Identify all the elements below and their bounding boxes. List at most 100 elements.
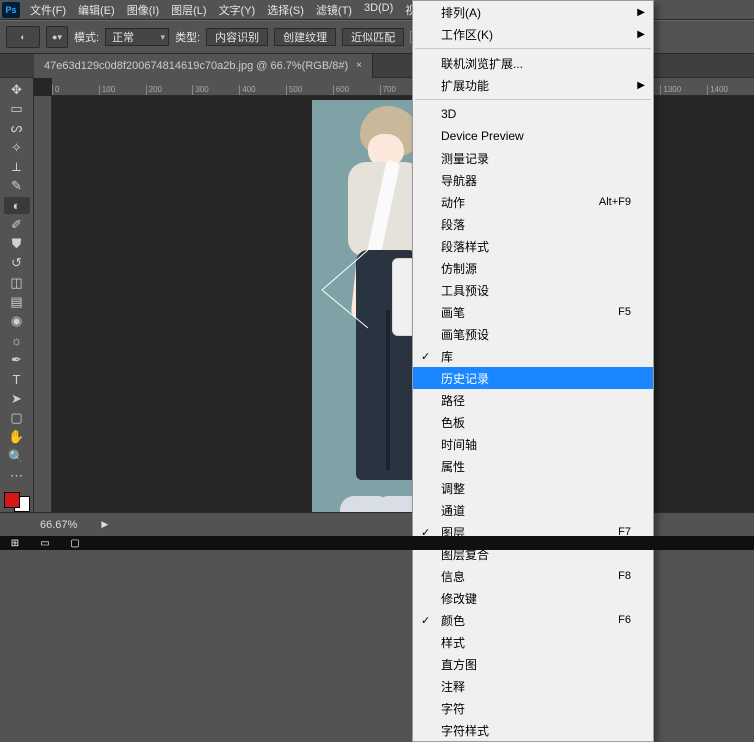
menu-item[interactable]: 编辑(E): [72, 0, 121, 20]
menu-entry[interactable]: 工作区(K)▶: [413, 23, 653, 45]
menu-entry[interactable]: 测量记录: [413, 147, 653, 169]
zoom-tool[interactable]: 🔍: [4, 448, 30, 465]
patch-tool-icon[interactable]: ◐: [6, 26, 40, 48]
menu-entry[interactable]: 排列(A)▶: [413, 1, 653, 23]
app-logo: Ps: [2, 2, 20, 18]
content-aware-button[interactable]: 内容识别: [206, 28, 268, 46]
explorer-icon[interactable]: ▢: [66, 538, 84, 548]
menu-entry[interactable]: 通道: [413, 499, 653, 521]
menu-entry-label: 扩展功能: [441, 77, 489, 94]
menu-entry[interactable]: 信息F8: [413, 565, 653, 587]
menu-entry[interactable]: 导航器: [413, 169, 653, 191]
dodge-tool[interactable]: ☼: [4, 332, 30, 349]
shortcut-label: F8: [618, 570, 631, 582]
menu-entry-label: 注释: [441, 678, 465, 695]
menu-entry[interactable]: 属性: [413, 455, 653, 477]
menu-entry[interactable]: 联机浏览扩展...: [413, 52, 653, 74]
menu-entry[interactable]: 修改键: [413, 587, 653, 609]
foreground-swatch[interactable]: [4, 492, 20, 508]
type-label: 类型:: [175, 29, 200, 45]
menu-entry-label: 测量记录: [441, 150, 489, 167]
menu-entry[interactable]: 调整: [413, 477, 653, 499]
move-tool[interactable]: ✥: [4, 81, 30, 98]
document-tab[interactable]: 47e63d129c0d8f200674814619c70a2b.jpg @ 6…: [34, 54, 373, 78]
menu-item[interactable]: 图层(L): [165, 0, 212, 20]
menu-item[interactable]: 文件(F): [24, 0, 72, 20]
gradient-tool[interactable]: ▤: [4, 293, 30, 310]
menu-entry[interactable]: 工具预设: [413, 279, 653, 301]
menu-entry-label: 库: [441, 348, 453, 365]
zoom-level[interactable]: 66.67%: [40, 519, 77, 531]
menu-entry[interactable]: 扩展功能▶: [413, 74, 653, 96]
menu-item[interactable]: 滤镜(T): [310, 0, 358, 20]
pen-tool[interactable]: ✒: [4, 351, 30, 368]
color-swatches[interactable]: [4, 492, 30, 512]
menu-entry-label: 动作: [441, 194, 465, 211]
menu-entry[interactable]: 动作Alt+F9: [413, 191, 653, 213]
rect-marquee-tool[interactable]: ▭: [4, 100, 30, 117]
menu-entry[interactable]: 3D: [413, 103, 653, 125]
path-select-tool[interactable]: ➤: [4, 390, 30, 407]
menu-entry-label: 画笔预设: [441, 326, 489, 343]
check-icon: ✓: [421, 350, 430, 363]
menu-item[interactable]: 图像(I): [121, 0, 165, 20]
menu-entry-label: 通道: [441, 502, 465, 519]
menu-entry-label: 修改键: [441, 590, 477, 607]
lasso-tool[interactable]: ᔕ: [4, 120, 30, 137]
menu-entry-label: 调整: [441, 480, 465, 497]
menu-entry[interactable]: 直方图: [413, 653, 653, 675]
check-icon: ✓: [421, 614, 430, 627]
brush-preset-picker[interactable]: ●▾: [46, 26, 68, 48]
menu-entry[interactable]: 路径: [413, 389, 653, 411]
menu-item[interactable]: 文字(Y): [213, 0, 262, 20]
edit-toolbar-tool[interactable]: ⋯: [4, 467, 30, 484]
menu-entry[interactable]: 段落样式: [413, 235, 653, 257]
crop-tool[interactable]: ⟂: [4, 158, 30, 175]
menu-entry[interactable]: 画笔 F5: [413, 301, 653, 323]
menu-entry-label: 导航器: [441, 172, 477, 189]
status-flyout-icon[interactable]: ▶: [101, 519, 108, 530]
blur-tool[interactable]: ◉: [4, 313, 30, 330]
clone-stamp-tool[interactable]: ⛊: [4, 236, 30, 253]
shortcut-label: F5: [618, 306, 631, 318]
brush-tool[interactable]: ✐: [4, 216, 30, 233]
toolbox: ✥ ▭ ᔕ ✧ ⟂ ✎ ◐ ✐ ⛊ ↺ ◫ ▤ ◉ ☼ ✒ T ➤ ▢ ✋ 🔍 ⋯: [0, 78, 34, 512]
mode-label: 模式:: [74, 29, 99, 45]
menu-entry[interactable]: 注释: [413, 675, 653, 697]
menu-entry-label: 直方图: [441, 656, 477, 673]
menu-entry[interactable]: ✓库: [413, 345, 653, 367]
text-tool[interactable]: T: [4, 371, 30, 388]
rectangle-tool[interactable]: ▢: [4, 409, 30, 426]
taskview-icon[interactable]: ▭: [36, 538, 54, 548]
menu-entry[interactable]: ✓颜色F6: [413, 609, 653, 631]
menu-entry-label: 历史记录: [441, 370, 489, 387]
window-menu-dropdown: 排列(A)▶工作区(K)▶ 联机浏览扩展...扩展功能▶ 3DDevice Prev…: [412, 0, 654, 742]
mode-select[interactable]: 正常: [105, 28, 169, 46]
menu-entry-label: 画笔: [441, 304, 465, 321]
spot-heal-tool[interactable]: ◐: [4, 197, 30, 214]
proximity-match-button[interactable]: 近似匹配: [342, 28, 404, 46]
menu-item[interactable]: 3D(D): [358, 0, 399, 20]
document-tab-title: 47e63d129c0d8f200674814619c70a2b.jpg @ 6…: [44, 60, 348, 72]
menu-entry[interactable]: 字符样式: [413, 719, 653, 741]
close-tab-icon[interactable]: ×: [356, 60, 362, 71]
start-icon[interactable]: ⊞: [6, 538, 24, 548]
menu-entry[interactable]: Device Preview: [413, 125, 653, 147]
eraser-tool[interactable]: ◫: [4, 274, 30, 291]
history-brush-tool[interactable]: ↺: [4, 255, 30, 272]
menu-entry[interactable]: 色板: [413, 411, 653, 433]
menu-entry[interactable]: 历史记录: [413, 367, 653, 389]
hand-tool[interactable]: ✋: [4, 429, 30, 446]
menu-entry[interactable]: 时间轴: [413, 433, 653, 455]
menu-item[interactable]: 选择(S): [261, 0, 310, 20]
menu-entry[interactable]: 画笔预设: [413, 323, 653, 345]
create-texture-button[interactable]: 创建纹理: [274, 28, 336, 46]
menu-entry[interactable]: 段落: [413, 213, 653, 235]
menu-entry-label: 字符: [441, 700, 465, 717]
magic-wand-tool[interactable]: ✧: [4, 139, 30, 156]
menu-entry[interactable]: 样式: [413, 631, 653, 653]
eyedropper-tool[interactable]: ✎: [4, 178, 30, 195]
menu-entry[interactable]: 字符: [413, 697, 653, 719]
menu-entry-label: 工作区(K): [441, 26, 493, 43]
menu-entry[interactable]: 仿制源: [413, 257, 653, 279]
